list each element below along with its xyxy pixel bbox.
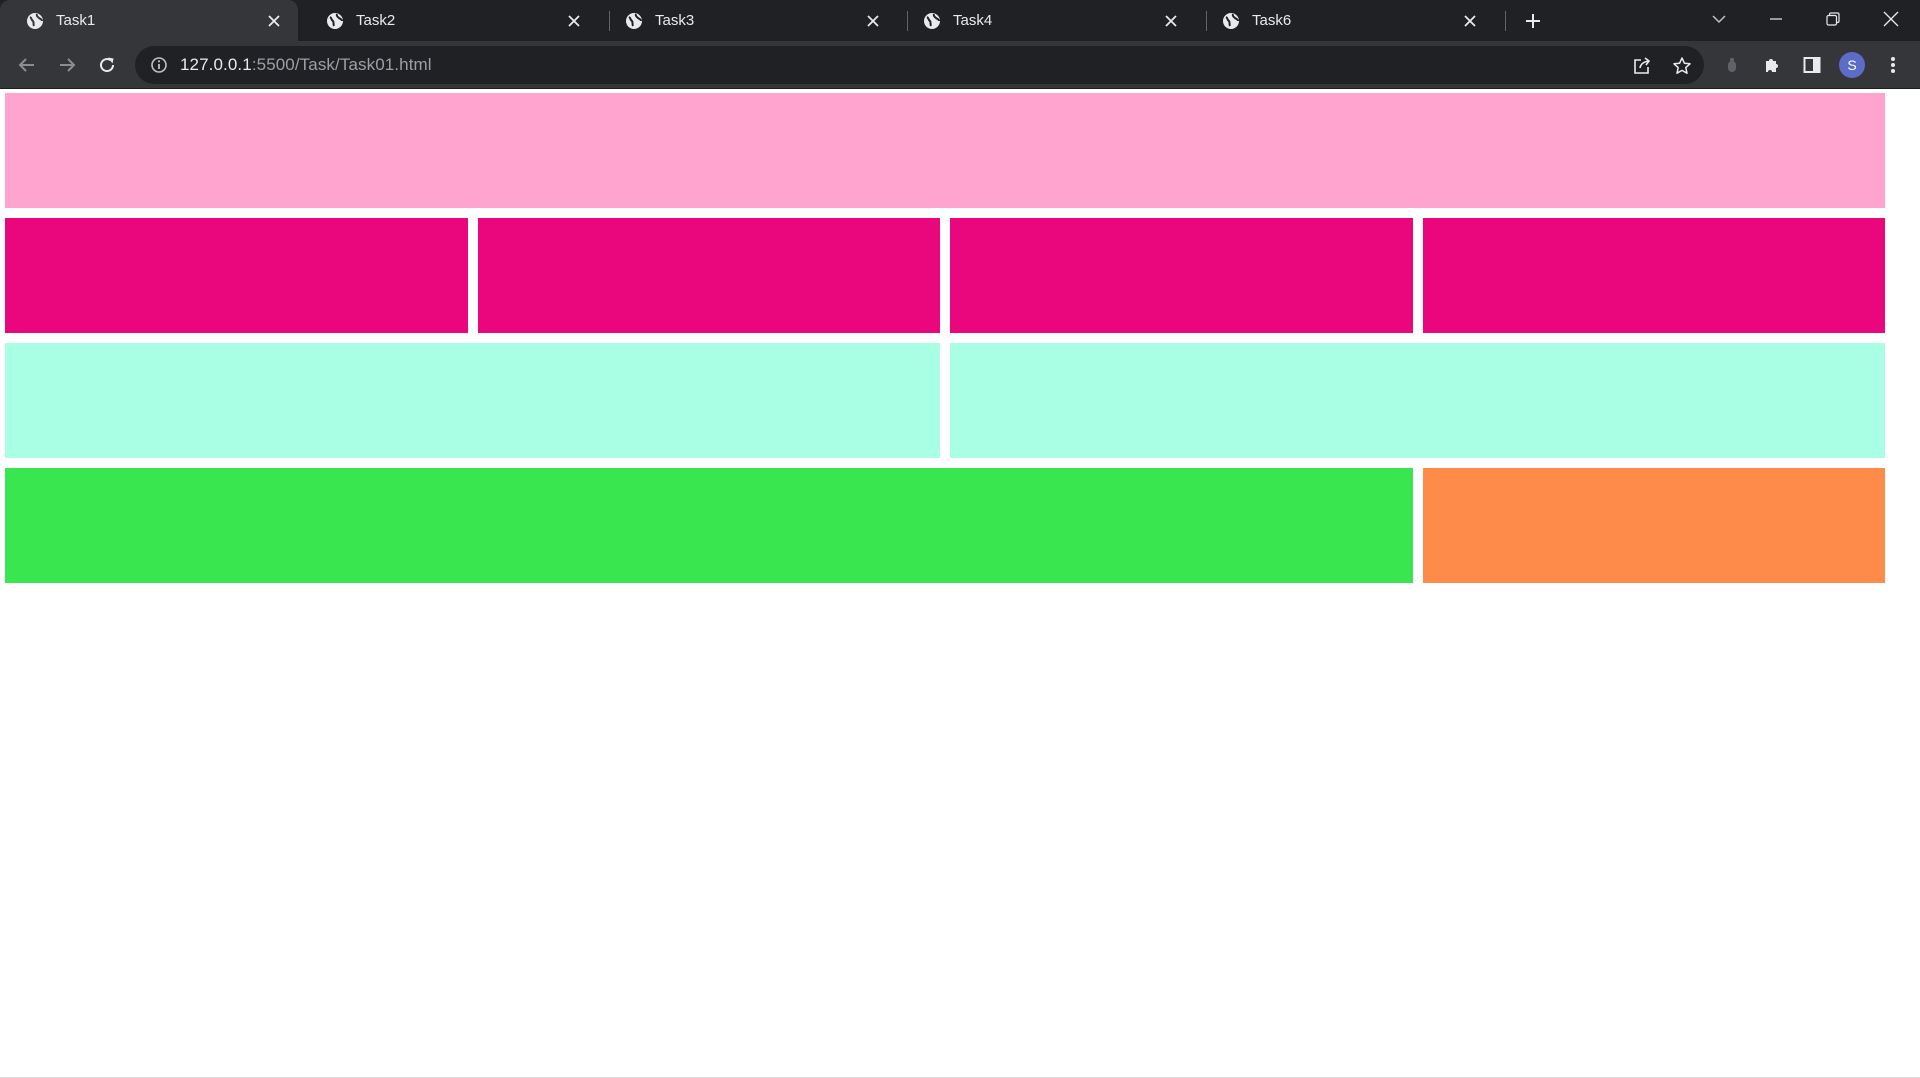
reload-button[interactable] (92, 50, 122, 80)
restore-button[interactable] (1816, 4, 1850, 34)
browser-toolbar: 127.0.0.1:5500/Task/Task01.html S (0, 41, 1920, 89)
tab-task1[interactable]: Task1 (0, 0, 298, 41)
green-box (5, 468, 1413, 583)
mint-box-1 (5, 343, 940, 458)
close-tab-icon[interactable] (863, 11, 883, 31)
address-bar[interactable]: 127.0.0.1:5500/Task/Task01.html (135, 46, 1704, 84)
tab-task3[interactable]: Task3 (599, 0, 897, 41)
tab-title: Task4 (953, 12, 993, 29)
globe-icon (327, 12, 343, 29)
tab-title: Task2 (356, 12, 396, 29)
extensions-menu-button[interactable] (1757, 50, 1787, 80)
forward-button[interactable] (52, 50, 82, 80)
close-tab-icon[interactable] (564, 11, 584, 31)
magenta-box-4 (1423, 218, 1885, 333)
magenta-box-2 (478, 218, 940, 333)
mint-box-2 (950, 343, 1885, 458)
minimize-button[interactable] (1759, 4, 1793, 34)
tab-search-button[interactable] (1702, 4, 1736, 34)
more-menu-button[interactable] (1878, 50, 1908, 80)
extension-button[interactable] (1717, 50, 1747, 80)
minimize-icon (1770, 18, 1782, 20)
tab-title: Task6 (1252, 12, 1292, 29)
reload-icon (100, 57, 115, 73)
url-host: 127.0.0.1 (180, 55, 252, 74)
url-text[interactable]: 127.0.0.1:5500/Task/Task01.html (180, 55, 432, 75)
tab-task2[interactable]: Task2 (300, 0, 598, 41)
globe-icon (1223, 12, 1239, 29)
close-tab-icon[interactable] (1161, 11, 1181, 31)
bookmark-button[interactable] (1671, 55, 1693, 77)
globe-icon (924, 12, 940, 29)
magenta-box-3 (950, 218, 1413, 333)
close-tab-icon[interactable] (1460, 11, 1480, 31)
tab-task6[interactable]: Task6 (1196, 0, 1494, 41)
close-icon (1883, 11, 1899, 27)
close-window-button[interactable] (1874, 4, 1908, 34)
puzzle-icon (1766, 59, 1778, 72)
restore-icon (1826, 12, 1840, 26)
bookmark-star-icon (1673, 57, 1691, 74)
orange-box (1423, 468, 1885, 583)
magenta-box-1 (5, 218, 468, 333)
side-panel-icon (1803, 57, 1821, 73)
url-path: :5500/Task/Task01.html (251, 55, 432, 74)
profile-avatar[interactable]: S (1839, 52, 1865, 78)
more-menu-icon (1891, 57, 1895, 73)
share-icon (1634, 57, 1651, 74)
tab-title: Task1 (56, 12, 96, 29)
globe-icon (27, 12, 43, 29)
plus-icon (1526, 14, 1540, 28)
tab-task4[interactable]: Task4 (897, 0, 1195, 41)
page-viewport (0, 89, 1920, 1078)
extension-icon (1728, 58, 1736, 72)
side-panel-button[interactable] (1797, 50, 1827, 80)
globe-icon (626, 12, 642, 29)
chevron-down-icon (1712, 15, 1726, 24)
arrow-left-icon (18, 58, 34, 72)
info-icon[interactable] (150, 56, 168, 74)
tab-strip: Task1 Task2 Task3 Task4 Task6 (0, 0, 1920, 41)
header-block (5, 93, 1885, 208)
tab-title: Task3 (655, 12, 695, 29)
back-button[interactable] (12, 50, 42, 80)
share-button[interactable] (1631, 55, 1653, 77)
close-tab-icon[interactable] (264, 11, 284, 31)
arrow-right-icon (60, 58, 76, 72)
new-tab-button[interactable] (1520, 8, 1546, 34)
tab-separator (1505, 11, 1506, 31)
